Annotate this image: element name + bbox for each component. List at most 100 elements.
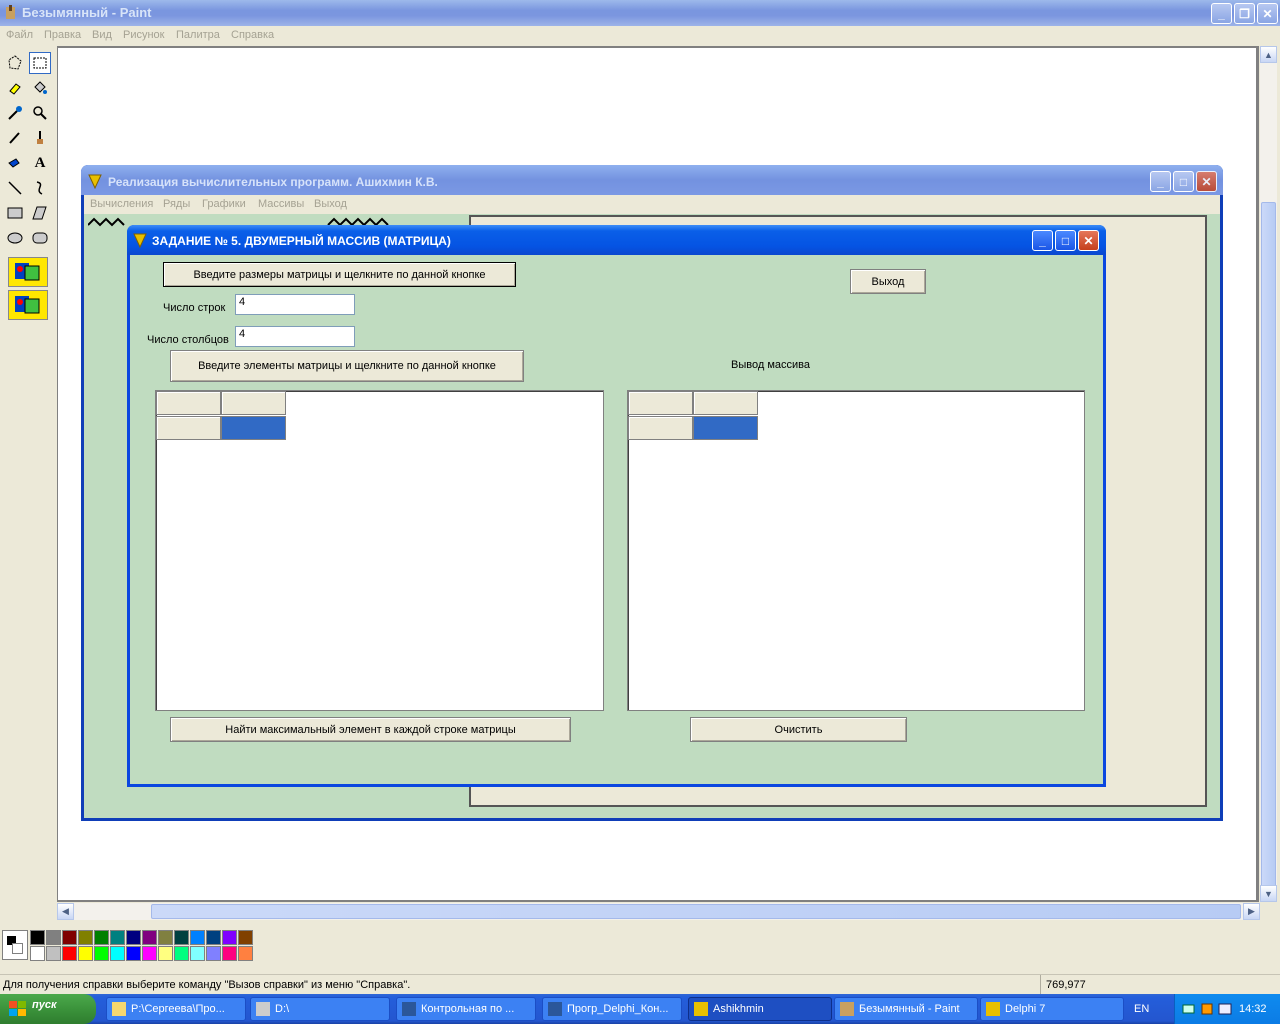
current-colors[interactable] [2, 930, 28, 960]
airbrush-tool-icon[interactable] [4, 152, 26, 174]
palette-swatch[interactable] [190, 946, 205, 961]
start-button[interactable]: пуск [0, 994, 96, 1024]
task-button[interactable]: P:\Сергеева\Про... [106, 997, 246, 1021]
menu-graphs[interactable]: Графики [202, 198, 246, 210]
scroll-right-arrow-icon[interactable]: ▶ [1243, 903, 1260, 920]
delphi-main-maximize-button[interactable]: □ [1173, 171, 1194, 192]
language-indicator[interactable]: EN [1134, 1003, 1149, 1015]
eraser-tool-icon[interactable] [4, 77, 26, 99]
free-select-tool-icon[interactable] [4, 52, 26, 74]
tool-option-opaque-icon[interactable] [8, 257, 48, 287]
palette-swatch[interactable] [46, 946, 61, 961]
palette-swatch[interactable] [142, 930, 157, 945]
menu-calculations[interactable]: Вычисления [90, 198, 153, 210]
menu-exit[interactable]: Выход [314, 198, 347, 210]
rows-input[interactable]: 4 [235, 294, 355, 315]
palette-swatch[interactable] [94, 946, 109, 961]
line-tool-icon[interactable] [4, 177, 26, 199]
task-button[interactable]: Прогр_Delphi_Кон... [542, 997, 682, 1021]
delphi-main-minimize-button[interactable]: _ [1150, 171, 1171, 192]
palette-swatch[interactable] [222, 946, 237, 961]
eyedropper-tool-icon[interactable] [4, 102, 26, 124]
horizontal-scrollbar[interactable]: ◀ ▶ [57, 903, 1260, 920]
input-matrix-grid[interactable] [155, 390, 604, 711]
delphi-main-close-button[interactable]: ✕ [1196, 171, 1217, 192]
palette-swatch[interactable] [30, 946, 45, 961]
task-button[interactable]: Безымянный - Paint [834, 997, 978, 1021]
palette-swatch[interactable] [158, 946, 173, 961]
security-icon[interactable] [1199, 1001, 1215, 1017]
menu-series[interactable]: Ряды [163, 198, 190, 210]
menu-image[interactable]: Рисунок [123, 29, 165, 41]
enter-elements-button[interactable]: Введите элементы матрицы и щелкните по д… [170, 350, 524, 382]
task-button[interactable]: Delphi 7 [980, 997, 1124, 1021]
grid-cell-selected[interactable] [693, 416, 758, 440]
find-max-button[interactable]: Найти максимальный элемент в каждой стро… [170, 717, 571, 742]
network-icon[interactable] [1181, 1001, 1197, 1017]
text-tool-icon[interactable]: A [29, 152, 51, 174]
palette-swatch[interactable] [174, 930, 189, 945]
dialog-close-button[interactable]: ✕ [1078, 230, 1099, 251]
tool-option-transparent-icon[interactable] [8, 290, 48, 320]
clear-button[interactable]: Очистить [690, 717, 907, 742]
update-icon[interactable] [1217, 1001, 1233, 1017]
horizontal-scroll-thumb[interactable] [151, 904, 1241, 919]
menu-view[interactable]: Вид [92, 29, 112, 41]
task-button[interactable]: Контрольная по ... [396, 997, 536, 1021]
palette-swatch[interactable] [190, 930, 205, 945]
magnifier-tool-icon[interactable] [29, 102, 51, 124]
menu-arrays[interactable]: Массивы [258, 198, 304, 210]
enter-size-button[interactable]: Введите размеры матрицы и щелкните по да… [163, 262, 516, 287]
palette-swatch[interactable] [238, 946, 253, 961]
palette-swatch[interactable] [126, 946, 141, 961]
pencil-tool-icon[interactable] [4, 127, 26, 149]
menu-help[interactable]: Справка [231, 29, 274, 41]
output-matrix-grid[interactable] [627, 390, 1085, 711]
palette-swatch[interactable] [158, 930, 173, 945]
menu-palette[interactable]: Палитра [176, 29, 220, 41]
curve-tool-icon[interactable] [29, 177, 51, 199]
palette-swatch[interactable] [30, 930, 45, 945]
scroll-up-arrow-icon[interactable]: ▲ [1260, 46, 1277, 63]
ellipse-tool-icon[interactable] [4, 227, 26, 249]
rect-select-tool-icon[interactable] [29, 52, 51, 74]
vertical-scroll-thumb[interactable] [1261, 202, 1276, 894]
dialog-maximize-button[interactable]: □ [1055, 230, 1076, 251]
palette-swatch[interactable] [110, 946, 125, 961]
palette-swatch[interactable] [222, 930, 237, 945]
palette-swatch[interactable] [206, 946, 221, 961]
cols-input[interactable]: 4 [235, 326, 355, 347]
palette-swatch[interactable] [206, 930, 221, 945]
palette-swatch[interactable] [238, 930, 253, 945]
paint-minimize-button[interactable]: _ [1211, 3, 1232, 24]
dialog-minimize-button[interactable]: _ [1032, 230, 1053, 251]
palette-swatch[interactable] [94, 930, 109, 945]
menu-edit[interactable]: Правка [44, 29, 81, 41]
fill-tool-icon[interactable] [29, 77, 51, 99]
rounded-rect-tool-icon[interactable] [29, 227, 51, 249]
clock[interactable]: 14:32 [1239, 1003, 1267, 1015]
palette-swatch[interactable] [62, 930, 77, 945]
paint-restore-button[interactable]: ❐ [1234, 3, 1255, 24]
brush-tool-icon[interactable] [29, 127, 51, 149]
palette-swatch[interactable] [126, 930, 141, 945]
scroll-down-arrow-icon[interactable]: ▼ [1260, 885, 1277, 902]
palette-swatch[interactable] [110, 930, 125, 945]
exit-button[interactable]: Выход [850, 269, 926, 294]
vertical-scrollbar[interactable]: ▲ ▼ [1260, 46, 1277, 902]
menu-file[interactable]: Файл [6, 29, 33, 41]
palette-swatch[interactable] [174, 946, 189, 961]
palette-swatch[interactable] [62, 946, 77, 961]
rectangle-tool-icon[interactable] [4, 202, 26, 224]
task-button[interactable]: Ashikhmin [688, 997, 832, 1021]
output-label: Вывод массива [731, 359, 810, 371]
scroll-left-arrow-icon[interactable]: ◀ [57, 903, 74, 920]
polygon-tool-icon[interactable] [29, 202, 51, 224]
grid-cell-selected[interactable] [221, 416, 286, 440]
paint-close-button[interactable]: ✕ [1257, 3, 1278, 24]
palette-swatch[interactable] [78, 946, 93, 961]
palette-swatch[interactable] [142, 946, 157, 961]
palette-swatch[interactable] [78, 930, 93, 945]
task-button[interactable]: D:\ [250, 997, 390, 1021]
palette-swatch[interactable] [46, 930, 61, 945]
